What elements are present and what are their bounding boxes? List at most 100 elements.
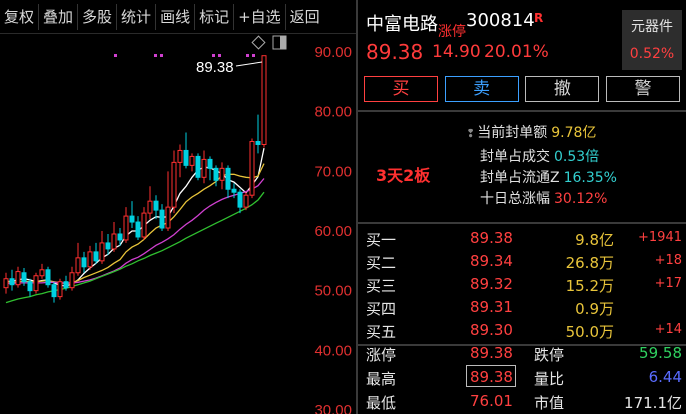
candle-body [255,141,261,145]
candle[interactable] [201,150,207,184]
candle-body [87,251,93,268]
candle[interactable] [69,266,75,291]
order-book-row[interactable]: 买五 89.30 50.0万 +14 [358,319,686,342]
candle[interactable] [33,272,39,294]
candle-body [177,149,183,163]
candle[interactable] [189,153,195,172]
stat-row-seal-amount: ❢ 当前封单额 9.78亿 [466,125,597,141]
candle[interactable] [177,144,183,178]
candle[interactable] [153,195,159,220]
candle[interactable] [141,207,147,240]
alert-button[interactable]: 警 [605,76,680,102]
candle-body [201,158,207,178]
candle[interactable] [51,281,57,303]
candle-body [117,233,123,241]
candle[interactable] [159,204,165,231]
candle[interactable] [195,153,201,181]
candle-body [261,55,267,145]
candle[interactable] [123,207,129,243]
candle[interactable] [81,251,87,273]
candle[interactable] [15,266,21,288]
candle[interactable] [183,132,189,169]
signal-marker [246,54,249,57]
current-price: 89.38 [366,40,424,64]
ma10-line [5,163,265,285]
candle-body [171,161,177,208]
ma5-line [5,147,265,287]
candle[interactable] [75,242,81,276]
candle[interactable] [225,165,231,199]
candle-body [159,209,165,229]
toolbar-mark-button[interactable]: 标记 [195,3,235,30]
toolbar-draw-line-button[interactable]: 画线 [156,3,196,30]
candle[interactable] [99,231,105,264]
candle[interactable] [93,242,99,264]
trade-actions: 买 卖 撤 警 [364,76,680,102]
candle[interactable] [243,192,249,211]
candlesticks[interactable] [3,55,267,303]
candle[interactable] [147,186,153,220]
candle[interactable] [9,269,15,291]
candle[interactable] [39,263,45,279]
y-axis-tick-label: 80.00 [314,104,352,121]
candle-body [123,215,129,241]
order-book-row[interactable]: 买四 89.31 0.9万 [358,296,686,319]
stock-code: 300814 [466,10,535,31]
candle-body [189,155,195,166]
candle[interactable] [261,55,267,148]
chart-decorations [114,35,287,57]
order-book-row[interactable]: 买三 89.32 15.2万 +17 [358,273,686,296]
candle-body [27,281,33,292]
toolbar-back-button[interactable]: 返回 [286,4,324,30]
candlestick-chart[interactable]: 90.00 80.00 70.00 60.00 50.00 40.00 30.00 89.3… [0,34,356,414]
toolbar-multi-stock-button[interactable]: 多股 [78,3,118,30]
candle[interactable] [165,171,171,231]
candle[interactable] [219,162,225,190]
candle[interactable] [87,245,93,270]
sell-button[interactable]: 卖 [444,76,519,102]
candle[interactable] [237,189,243,214]
toolbar-restore-rights-button[interactable]: 复权 [0,3,40,30]
candle[interactable] [111,222,117,252]
order-book-row[interactable]: 买一 89.38 9.8亿 +1941 [358,227,686,250]
candle[interactable] [45,266,51,288]
order-book-row[interactable]: 买二 89.34 26.8万 +18 [358,250,686,273]
toolbar-statistics-button[interactable]: 统计 [117,3,157,30]
sector-box[interactable]: 元器件 0.52% [622,10,682,70]
candle[interactable] [207,156,213,181]
candle[interactable] [249,138,255,199]
candle[interactable] [105,233,111,255]
candle[interactable] [135,216,141,240]
panel-toggle-icon-fill [280,36,286,49]
signal-marker [212,54,215,57]
y-axis-tick-label: 40.00 [314,342,352,359]
cancel-order-button[interactable]: 撤 [525,76,600,102]
price-change-percent: 20.01% [484,42,549,62]
consecutive-limit-tag: 3天2板 [376,166,431,185]
y-axis-tick-label: 30.00 [314,402,352,414]
candle-body [9,278,15,286]
y-axis-tick-label: 70.00 [314,163,352,180]
toolbar-add-watchlist-button[interactable]: +自选 [234,3,286,30]
divider [358,110,686,112]
candle[interactable] [255,114,261,154]
info-icon: ❢ [466,127,476,140]
candle-body [225,167,231,190]
candle[interactable] [129,201,135,229]
candle-body [207,158,213,169]
candle-body [99,242,105,262]
summary-row-low: 最低 76.01 市值 171.1亿 [366,392,682,412]
candle[interactable] [3,272,9,294]
candle-body [81,257,87,268]
candle-body [33,275,39,292]
summary-row-limits: 涨停 89.38 跌停 59.58 [366,344,682,364]
candle[interactable] [171,150,177,214]
toolbar-overlay-button[interactable]: 叠加 [39,3,79,30]
diamond-icon[interactable] [251,35,266,50]
moving-average-lines [5,147,265,304]
candle[interactable] [57,278,63,300]
y-axis-labels: 90.00 80.00 70.00 60.00 50.00 40.00 30.00 [314,44,352,414]
buy-button[interactable]: 买 [364,76,438,102]
candle[interactable] [27,278,33,297]
candle-body [237,191,243,208]
